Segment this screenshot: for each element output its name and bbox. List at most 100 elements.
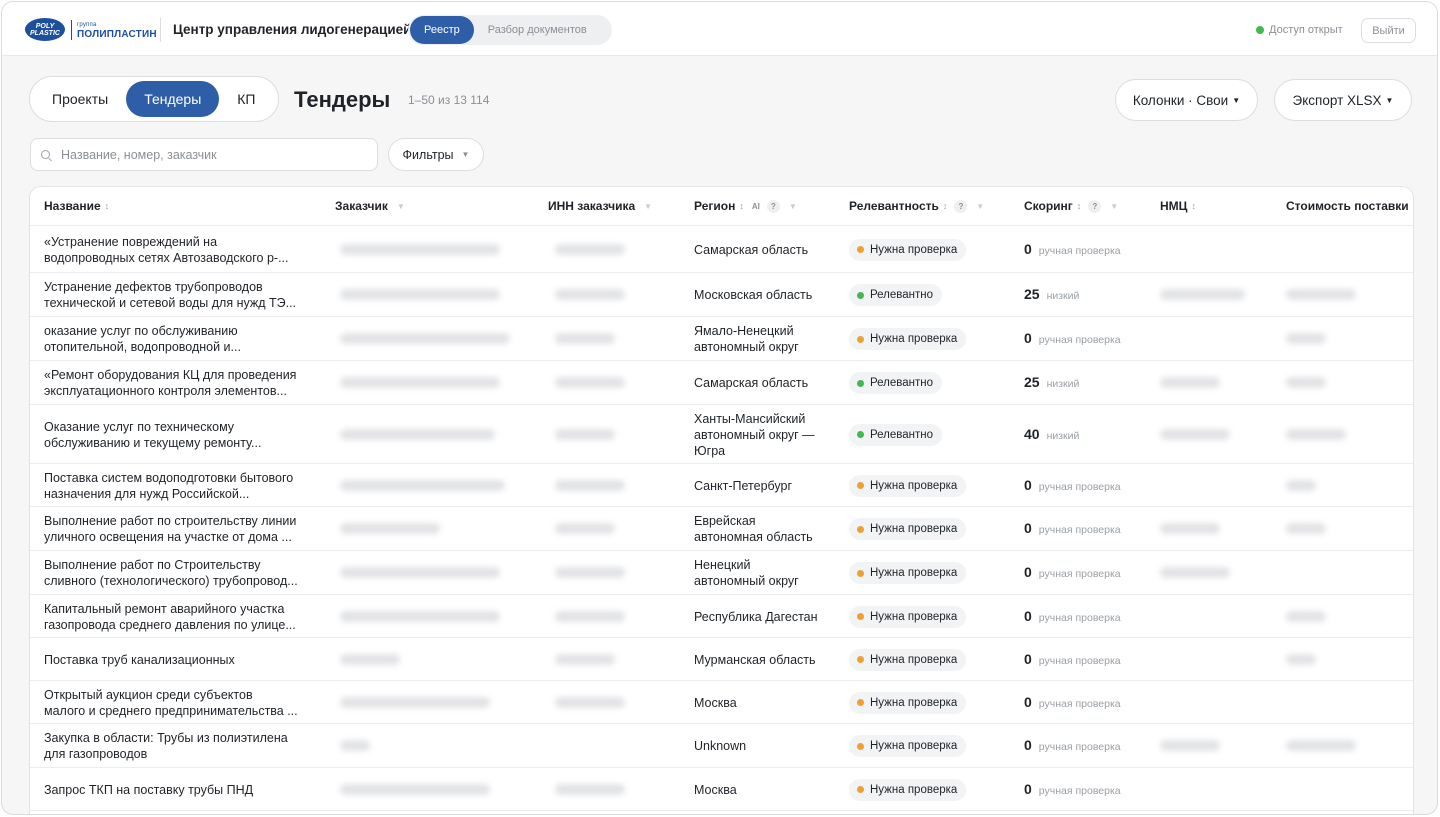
logout-button[interactable]: Выйти: [1361, 18, 1416, 43]
help-icon[interactable]: ?: [1088, 199, 1102, 213]
sort-icon[interactable]: ↕: [105, 201, 110, 211]
score-cell: 0 ручная проверка: [1024, 694, 1121, 710]
sort-icon[interactable]: ↕: [1413, 201, 1414, 211]
help-icon[interactable]: ?: [766, 199, 780, 213]
column-name[interactable]: Название ↕: [44, 199, 109, 213]
filter-icon[interactable]: ▼: [397, 202, 405, 211]
relevance-badge[interactable]: Нужна проверка: [849, 328, 967, 350]
table-row[interactable]: Оказание услуг по техническому обслуживан…: [30, 405, 1413, 464]
ai-tag: AI: [751, 201, 760, 211]
redacted-value: [340, 523, 440, 534]
tender-name[interactable]: Поставка систем водоподготовки бытового н…: [44, 470, 319, 502]
relevance-label: Нужна проверка: [870, 696, 958, 709]
column-customer[interactable]: Заказчик ▼: [335, 199, 405, 213]
tender-name[interactable]: Запрос ТКП на поставку трубы ПНД: [44, 782, 319, 798]
column-relevance[interactable]: Релевантность ↕? ▼: [849, 199, 984, 213]
redacted-value: [340, 289, 500, 300]
column-label: Релевантность: [849, 199, 939, 213]
filter-icon[interactable]: ▼: [644, 202, 652, 211]
column-nmc[interactable]: НМЦ ↕: [1160, 199, 1196, 213]
table-row[interactable]: Открытый аукцион среди субъектов малого и…: [30, 681, 1413, 724]
tender-name-line: эксплуатационного контроля элементов...: [44, 384, 287, 398]
table-row[interactable]: «Ремонт оборудования КЦ для проведения эк…: [30, 361, 1413, 405]
relevance-badge[interactable]: Релевантно: [849, 284, 943, 306]
score-label: ручная проверка: [1038, 334, 1121, 346]
tab-kp[interactable]: КП: [219, 81, 273, 117]
column-inn[interactable]: ИНН заказчика ▼: [548, 199, 652, 213]
table-row[interactable]: Капитальный ремонт аварийного участка газ…: [30, 595, 1413, 638]
help-icon[interactable]: ?: [954, 199, 968, 213]
table-row[interactable]: Закупка в области: Трубы из полиэтилена д…: [30, 724, 1413, 768]
table-row[interactable]: Поставка систем водоподготовки бытового н…: [30, 464, 1413, 507]
tab-tenders[interactable]: Тендеры: [126, 81, 220, 117]
table-row[interactable]: Поставка труб канализационных Мурманская …: [30, 638, 1413, 681]
region-line: Ненецкий: [694, 558, 751, 572]
tender-name-line: Поставка систем водоподготовки бытового: [44, 470, 294, 485]
relevance-badge[interactable]: Релевантно: [849, 372, 943, 394]
tender-name[interactable]: «Устранение повреждений на водопроводных …: [44, 234, 319, 266]
tender-name[interactable]: Закупка в области: Трубы из полиэтилена д…: [44, 730, 319, 762]
tender-name[interactable]: Открытый аукцион среди субъектов малого и…: [44, 687, 319, 719]
redacted-value: [555, 428, 615, 440]
tender-name-line: Капитальный ремонт аварийного участка: [44, 601, 285, 616]
table-row[interactable]: Устранение дефектов трубопроводов техниче…: [30, 273, 1413, 317]
table-row[interactable]: Выполнение работ по Строительству сливног…: [30, 551, 1413, 595]
columns-button[interactable]: Колонки · Свои ▼: [1115, 79, 1258, 121]
column-delivery-cost[interactable]: Стоимость поставки ↕: [1286, 199, 1414, 213]
tender-name[interactable]: Выполнение работ по строительству линии у…: [44, 513, 319, 545]
relevance-label: Релевантно: [870, 377, 934, 389]
filter-icon[interactable]: ▼: [789, 202, 797, 211]
sort-icon[interactable]: ↕: [1191, 201, 1196, 211]
nav-documents[interactable]: Разбор документов: [474, 16, 601, 44]
table-row[interactable]: оказание услуг по обслуживанию отопительн…: [30, 317, 1413, 361]
score-value: 25: [1024, 374, 1040, 390]
filter-icon[interactable]: ▼: [976, 202, 984, 211]
column-scoring[interactable]: Скоринг ↕? ▼: [1024, 199, 1118, 213]
score-cell: 0 ручная проверка: [1024, 330, 1121, 346]
results-count: 1–50 из 13 114: [408, 93, 490, 107]
score-cell: 0 ручная проверка: [1024, 477, 1121, 493]
table-row[interactable]: Запрос ТКП на поставку трубы ПНД Москва Ну…: [30, 768, 1413, 811]
redacted-value: [555, 610, 625, 622]
export-button-label: Экспорт XLSX: [1292, 92, 1382, 108]
relevance-badge[interactable]: Нужна проверка: [849, 238, 967, 261]
filter-icon[interactable]: ▼: [1110, 202, 1118, 211]
redacted-value: [340, 479, 505, 491]
relevance-badge[interactable]: Нужна проверка: [849, 518, 967, 540]
tender-name[interactable]: Выполнение работ по Строительству сливног…: [44, 557, 319, 589]
relevance-badge[interactable]: Нужна проверка: [849, 778, 967, 801]
tender-name[interactable]: Поставка труб канализационных: [44, 652, 319, 668]
column-region[interactable]: Регион ↕ AI? ▼: [694, 199, 797, 213]
relevance-badge[interactable]: Нужна проверка: [849, 691, 967, 714]
tender-name[interactable]: Оказание услуг по техническому обслуживан…: [44, 419, 319, 451]
relevance-badge[interactable]: Нужна проверка: [849, 605, 967, 628]
sort-icon[interactable]: ↕: [1077, 201, 1082, 211]
redacted-value: [1160, 377, 1220, 388]
sort-icon[interactable]: ↕: [943, 201, 948, 211]
tender-name[interactable]: Капитальный ремонт аварийного участка газ…: [44, 601, 319, 633]
column-label: Заказчик: [335, 199, 388, 213]
tender-name[interactable]: оказание услуг по обслуживанию отопительн…: [44, 323, 319, 355]
sort-icon[interactable]: ↕: [739, 201, 744, 211]
export-button[interactable]: Экспорт XLSX ▼: [1274, 79, 1412, 121]
filters-button[interactable]: Фильтры ▼: [388, 138, 484, 171]
table-row[interactable]: «Устранение повреждений на водопроводных …: [30, 226, 1413, 273]
score-value: 0: [1024, 240, 1032, 257]
relevance-badge[interactable]: Релевантно: [849, 423, 943, 446]
relevance-badge[interactable]: Нужна проверка: [849, 562, 967, 584]
company-logo[interactable]: POLY PLASTIC группа ПОЛИПЛАСТИН: [25, 18, 157, 41]
tab-projects[interactable]: Проекты: [34, 81, 126, 117]
relevance-badge[interactable]: Нужна проверка: [849, 474, 967, 497]
column-label: Стоимость поставки: [1286, 199, 1409, 213]
tender-name-line: оказание услуг по обслуживанию: [44, 324, 238, 338]
relevance-badge[interactable]: Нужна проверка: [849, 735, 967, 757]
relevance-badge[interactable]: Нужна проверка: [849, 648, 967, 671]
tender-name[interactable]: Устранение дефектов трубопроводов техниче…: [44, 279, 319, 311]
tender-name[interactable]: «Ремонт оборудования КЦ для проведения эк…: [44, 367, 319, 399]
column-label: Название: [44, 199, 101, 213]
chevron-down-icon: ▼: [1385, 95, 1394, 105]
region-cell: Ханты-Мансийский автономный округ — Югра: [694, 411, 834, 459]
search-input[interactable]: [61, 147, 361, 162]
table-row[interactable]: Выполнение работ по строительству линии у…: [30, 507, 1413, 551]
nav-registry[interactable]: Реестр: [410, 16, 474, 44]
